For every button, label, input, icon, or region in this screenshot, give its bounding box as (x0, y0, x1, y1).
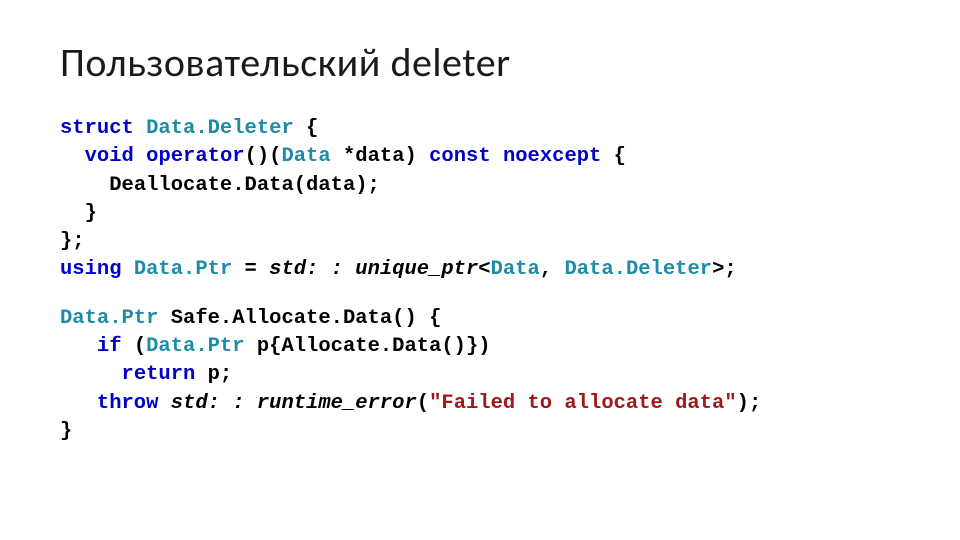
slide: Пользовательский deleter struct Data.Del… (0, 0, 960, 446)
comma: , (540, 258, 565, 281)
paren: ()( (245, 145, 282, 168)
keyword-operator: operator (146, 145, 244, 168)
brace: } (85, 202, 97, 225)
rest: p{Allocate.Data()}) (245, 335, 491, 358)
type-data: Data (491, 258, 540, 281)
keyword-using: using (60, 258, 122, 281)
sp (158, 392, 170, 415)
type-dataptr: Data.Ptr (60, 307, 158, 330)
type-datadeleter: Data.Deleter (146, 117, 294, 140)
type-datadeleter: Data.Deleter (564, 258, 712, 281)
type-dataptr: Data.Ptr (134, 258, 232, 281)
type-dataptr: Data.Ptr (146, 335, 244, 358)
lt: < (478, 258, 490, 281)
keyword-if: if (97, 335, 122, 358)
blank-line (60, 285, 900, 305)
brace: }; (60, 230, 85, 253)
std-uniqueptr: std: : unique_ptr (269, 258, 478, 281)
type-data: Data (281, 145, 330, 168)
slide-title: Пользовательский deleter (60, 38, 900, 87)
paren: ( (122, 335, 147, 358)
keyword-noexcept: noexcept (503, 145, 601, 168)
brace: { (601, 145, 626, 168)
arg: *data) (331, 145, 429, 168)
keyword-void: void (85, 145, 134, 168)
string-literal: "Failed to allocate data" (429, 392, 737, 415)
eq: = (232, 258, 269, 281)
keyword-struct: struct (60, 117, 134, 140)
code-block: struct Data.Deleter { void operator()(Da… (60, 115, 900, 446)
brace: { (294, 117, 319, 140)
brace: } (60, 420, 72, 443)
sp (491, 145, 503, 168)
paren: ); (737, 392, 762, 415)
gt: >; (712, 258, 737, 281)
keyword-throw: throw (97, 392, 159, 415)
paren: ( (417, 392, 429, 415)
keyword-return: return (122, 363, 196, 386)
call-deallocate: Deallocate.Data(data); (109, 174, 380, 197)
std-runtimeerror: std: : runtime_error (171, 392, 417, 415)
fn-safeallocate: Safe.Allocate.Data() { (158, 307, 441, 330)
keyword-const: const (429, 145, 491, 168)
rest: p; (195, 363, 232, 386)
